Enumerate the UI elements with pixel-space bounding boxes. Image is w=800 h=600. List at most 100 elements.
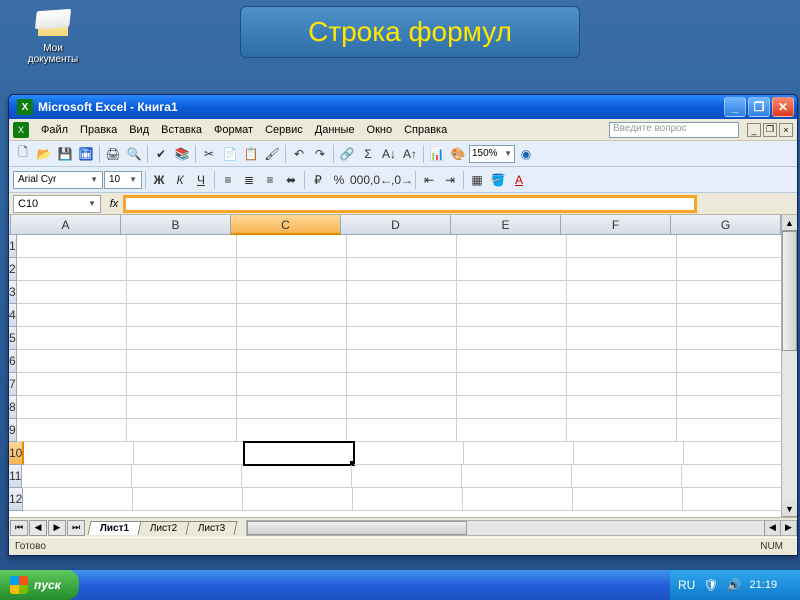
cell[interactable] [127, 235, 237, 258]
redo-icon[interactable]: ↷ [310, 144, 330, 164]
cell[interactable] [237, 281, 347, 304]
cell[interactable] [347, 373, 457, 396]
cell[interactable] [243, 488, 353, 511]
menu-data[interactable]: Данные [309, 122, 361, 138]
horizontal-scrollbar[interactable]: ◀ ▶ [246, 520, 797, 536]
cell[interactable] [237, 350, 347, 373]
menu-edit[interactable]: Правка [74, 122, 123, 138]
cell[interactable] [457, 350, 567, 373]
tray-icon[interactable]: 🛡 [703, 578, 718, 592]
cell[interactable] [17, 327, 127, 350]
cell[interactable] [24, 442, 134, 465]
cell[interactable] [352, 465, 462, 488]
row-header[interactable]: 5 [9, 327, 17, 350]
scroll-thumb[interactable] [247, 521, 467, 535]
cell[interactable] [17, 304, 127, 327]
menu-insert[interactable]: Вставка [155, 122, 208, 138]
sort-asc-icon[interactable]: A↓ [379, 144, 399, 164]
cell[interactable] [573, 488, 683, 511]
comma-icon[interactable]: 000 [350, 170, 370, 190]
cell[interactable] [132, 465, 242, 488]
cell[interactable] [22, 465, 132, 488]
italic-icon[interactable]: К [170, 170, 190, 190]
cell[interactable] [677, 258, 781, 281]
scroll-right-icon[interactable]: ▶ [780, 521, 796, 535]
cell[interactable] [347, 350, 457, 373]
row-header[interactable]: 2 [9, 258, 17, 281]
sheet-tab[interactable]: Лист3 [186, 521, 238, 535]
cell[interactable] [17, 258, 127, 281]
cell[interactable] [567, 396, 677, 419]
font-color-icon[interactable]: A [509, 170, 529, 190]
decrease-indent-icon[interactable]: ⇤ [419, 170, 439, 190]
ask-a-question-box[interactable]: Введите вопрос [609, 122, 739, 138]
cell[interactable] [347, 419, 457, 442]
column-header[interactable]: G [671, 215, 781, 235]
cell[interactable] [133, 488, 243, 511]
column-header[interactable]: B [121, 215, 231, 235]
cell[interactable] [683, 488, 781, 511]
cell[interactable] [354, 442, 464, 465]
cell[interactable] [684, 442, 781, 465]
increase-indent-icon[interactable]: ⇥ [440, 170, 460, 190]
cell[interactable] [244, 442, 354, 465]
row-header[interactable]: 3 [9, 281, 17, 304]
sheet-nav-last[interactable]: ⏭ [67, 520, 85, 536]
cell[interactable] [127, 396, 237, 419]
formula-bar[interactable] [123, 195, 697, 213]
desktop-icon-my-documents[interactable]: Мои документы [18, 8, 88, 65]
cell[interactable] [353, 488, 463, 511]
cell[interactable] [677, 419, 781, 442]
cell[interactable] [457, 396, 567, 419]
clock[interactable]: 21:19 [750, 579, 778, 591]
cell[interactable] [127, 373, 237, 396]
underline-icon[interactable]: Ч [191, 170, 211, 190]
sheet-nav-first[interactable]: ⏮ [10, 520, 28, 536]
cell[interactable] [462, 465, 572, 488]
cell[interactable] [567, 258, 677, 281]
cell[interactable] [127, 419, 237, 442]
maximize-button[interactable]: ❐ [748, 97, 770, 117]
scroll-down-icon[interactable]: ▼ [782, 501, 797, 517]
menu-help[interactable]: Справка [398, 122, 453, 138]
open-icon[interactable]: 📂 [34, 144, 54, 164]
cell[interactable] [463, 488, 573, 511]
cell[interactable] [567, 304, 677, 327]
column-header[interactable]: F [561, 215, 671, 235]
cell[interactable] [567, 350, 677, 373]
cell[interactable] [347, 235, 457, 258]
cell[interactable] [457, 327, 567, 350]
scroll-thumb[interactable] [782, 231, 797, 351]
menu-format[interactable]: Формат [208, 122, 259, 138]
sheet-tab[interactable]: Лист1 [88, 521, 142, 535]
chevron-down-icon[interactable]: ▼ [88, 199, 96, 208]
cell[interactable] [567, 235, 677, 258]
vertical-scrollbar[interactable]: ▲ ▼ [781, 215, 797, 517]
cell[interactable] [242, 465, 352, 488]
system-tray[interactable]: RU 🛡 🔊 21:19 [670, 570, 800, 600]
cell[interactable] [237, 396, 347, 419]
cell[interactable] [347, 304, 457, 327]
chart-wizard-icon[interactable]: 📊 [427, 144, 447, 164]
print-preview-icon[interactable]: 🔍 [124, 144, 144, 164]
cell[interactable] [127, 304, 237, 327]
bold-icon[interactable]: Ж [149, 170, 169, 190]
cell[interactable] [347, 258, 457, 281]
cell[interactable] [347, 396, 457, 419]
cell[interactable] [457, 304, 567, 327]
cell[interactable] [677, 373, 781, 396]
cell[interactable] [677, 304, 781, 327]
copy-icon[interactable]: 📄 [220, 144, 240, 164]
cell[interactable] [457, 235, 567, 258]
font-size-box[interactable]: 10▼ [104, 171, 142, 189]
cell[interactable] [237, 258, 347, 281]
menu-tools[interactable]: Сервис [259, 122, 309, 138]
column-header[interactable]: D [341, 215, 451, 235]
font-name-box[interactable]: Arial Cyr▼ [13, 171, 103, 189]
menu-window[interactable]: Окно [361, 122, 399, 138]
row-header[interactable]: 7 [9, 373, 17, 396]
close-button[interactable]: ✕ [772, 97, 794, 117]
cell[interactable] [347, 327, 457, 350]
cell[interactable] [457, 281, 567, 304]
cell[interactable] [237, 235, 347, 258]
